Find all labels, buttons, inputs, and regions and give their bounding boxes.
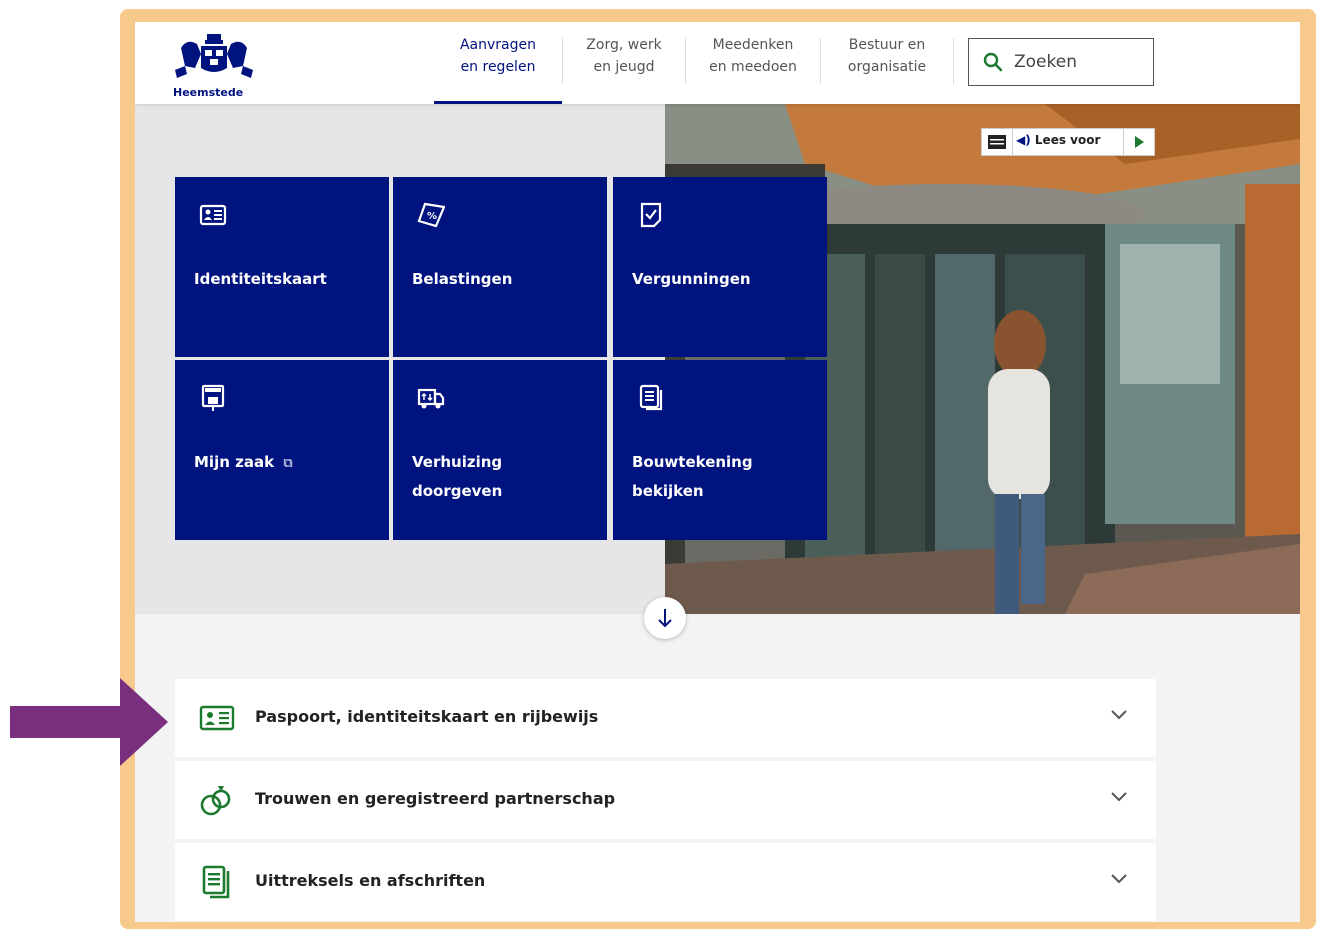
tile-label: Vergunningen bbox=[632, 270, 751, 288]
moving-truck-icon bbox=[417, 388, 445, 409]
accordion-paspoort-identiteitskaart-rijbewijs[interactable]: Paspoort, identiteitskaart en rijbewijs bbox=[175, 679, 1156, 757]
tile-identiteitskaart[interactable]: Identiteitskaart bbox=[175, 177, 389, 357]
search-label: Zoeken bbox=[1014, 52, 1077, 72]
tile-verhuizing-doorgeven[interactable]: Verhuizing doorgeven bbox=[393, 360, 607, 540]
accordion-label: Uittreksels en afschriften bbox=[255, 871, 486, 890]
readspeaker-play-label[interactable]: ◀) Lees voor bbox=[1016, 133, 1100, 147]
heemstede-logo[interactable]: Heemstede bbox=[171, 30, 261, 100]
nav-divider bbox=[953, 38, 954, 84]
readspeaker-play-button[interactable] bbox=[1123, 129, 1154, 155]
chevron-down-icon bbox=[1111, 710, 1127, 720]
brand-name: Heemstede bbox=[173, 86, 244, 99]
tile-label: Bouwtekening bekijken bbox=[632, 453, 753, 500]
page: Heemstede Aanvragen en regelen Zorg, wer… bbox=[135, 22, 1300, 922]
tile-label-row: Mijn zaak ⧉ bbox=[194, 448, 374, 478]
tile-belastingen[interactable]: % Belastingen bbox=[393, 177, 607, 357]
documents-icon bbox=[639, 384, 663, 411]
speaker-icon: ◀) bbox=[1016, 133, 1031, 147]
readspeaker-menu-button[interactable] bbox=[982, 129, 1013, 155]
accordion-label: Trouwen en geregistreerd partnerschap bbox=[255, 789, 616, 808]
wedding-rings-icon bbox=[200, 786, 231, 816]
nav-item-bestuur-en-organisatie[interactable]: Bestuur en organisatie bbox=[821, 34, 953, 104]
site-header: Heemstede Aanvragen en regelen Zorg, wer… bbox=[135, 22, 1300, 104]
accordion-uittreksels-en-afschriften[interactable]: Uittreksels en afschriften bbox=[175, 843, 1156, 921]
chevron-down-icon bbox=[1111, 792, 1127, 802]
coat-of-arms-icon bbox=[175, 34, 253, 78]
permit-checklist-icon bbox=[640, 202, 662, 228]
svg-text:%: % bbox=[427, 211, 437, 222]
tile-bouwtekening-bekijken[interactable]: Bouwtekening bekijken bbox=[613, 360, 827, 540]
tile-label: Belastingen bbox=[412, 270, 513, 288]
nav-item-zorg-werk-en-jeugd[interactable]: Zorg, werk en jeugd bbox=[563, 34, 685, 104]
readspeaker-bar: ◀) Lees voor bbox=[981, 128, 1155, 156]
nav-item-line1: Zorg, werk bbox=[586, 37, 662, 53]
accordion-label: Paspoort, identiteitskaart en rijbewijs bbox=[255, 707, 599, 726]
nav-item-meedenken-en-meedoen[interactable]: Meedenken en meedoen bbox=[686, 34, 820, 104]
tile-mijn-zaak[interactable]: Mijn zaak ⧉ bbox=[175, 360, 389, 540]
chevron-down-icon bbox=[1111, 874, 1127, 884]
welcome-sign-icon bbox=[201, 384, 225, 411]
tile-label: Identiteitskaart bbox=[194, 270, 327, 288]
nav-item-line2: en meedoen bbox=[709, 59, 797, 75]
tile-label: Mijn zaak bbox=[194, 453, 275, 471]
scroll-down-button[interactable] bbox=[644, 597, 686, 639]
search-icon bbox=[983, 52, 1003, 72]
nav-item-line1: Bestuur en bbox=[848, 37, 926, 53]
annotation-arrow-icon bbox=[10, 678, 168, 766]
readspeaker-label-text: Lees voor bbox=[1034, 133, 1101, 147]
nav-item-line2: organisatie bbox=[847, 59, 927, 75]
documents-icon bbox=[202, 865, 230, 899]
tile-label: Verhuizing doorgeven bbox=[412, 453, 503, 500]
play-icon bbox=[1135, 136, 1144, 148]
menu-icon bbox=[988, 135, 1006, 149]
tile-vergunningen[interactable]: Vergunningen bbox=[613, 177, 827, 357]
nav-item-line1: Aanvragen bbox=[459, 37, 537, 53]
arrow-down-icon bbox=[658, 609, 672, 628]
nav-item-line2: en regelen bbox=[460, 59, 536, 75]
id-card-icon bbox=[199, 705, 235, 731]
tax-icon: % bbox=[417, 202, 445, 228]
accordion-trouwen-en-geregistreerd-partnerschap[interactable]: Trouwen en geregistreerd partnerschap bbox=[175, 761, 1156, 839]
search-button[interactable]: Zoeken bbox=[968, 38, 1154, 86]
external-link-icon: ⧉ bbox=[279, 456, 293, 471]
nav-item-line1: Meedenken bbox=[712, 37, 794, 53]
nav-item-line2: en jeugd bbox=[593, 59, 655, 75]
id-card-icon bbox=[199, 204, 227, 226]
nav-item-aanvragen-en-regelen[interactable]: Aanvragen en regelen bbox=[434, 34, 562, 104]
